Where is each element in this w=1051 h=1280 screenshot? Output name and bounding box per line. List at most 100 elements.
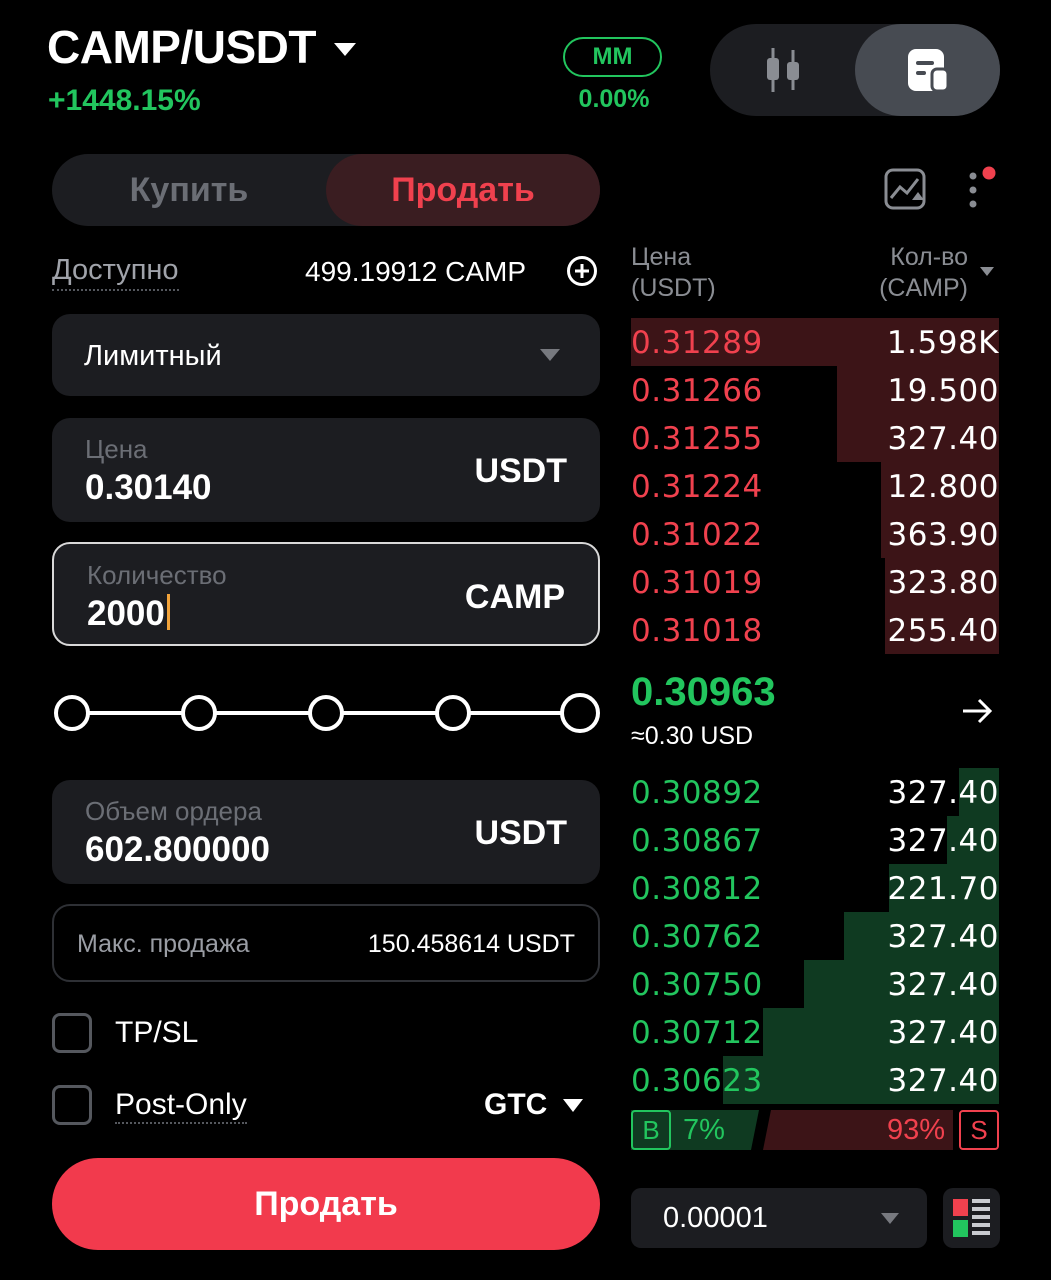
chevron-down-icon [881,1213,899,1224]
qty-header-unit: (CAMP) [879,274,968,302]
orderbook-layout-button[interactable] [943,1188,1000,1248]
ask-price: 0.31289 [631,325,763,361]
tpsl-label[interactable]: TP/SL [115,1016,198,1050]
text-cursor [166,594,170,630]
layout-icon [953,1199,990,1237]
ask-price: 0.31019 [631,565,763,601]
tab-buy[interactable]: Купить [52,154,326,226]
ask-row[interactable]: 0.31255 327.40 [631,414,999,462]
price-header-label: Цена [631,243,692,271]
chevron-down-icon [563,1098,584,1112]
last-price: 0.30963 [631,670,776,714]
more-icon[interactable] [962,164,998,214]
ask-row[interactable]: 0.31289 1.598K [631,318,999,366]
bid-qty: 327.40 [887,775,999,811]
ask-row[interactable]: 0.31018 255.40 [631,606,999,654]
slider-step-100[interactable] [560,693,600,733]
tab-sell[interactable]: Продать [326,154,600,226]
tpsl-checkbox[interactable] [52,1013,92,1053]
bid-qty: 327.40 [887,1015,999,1051]
bid-row[interactable]: 0.30762 327.40 [631,912,999,960]
ask-row[interactable]: 0.31019 323.80 [631,558,999,606]
qty-column-header[interactable]: Кол-во (CAMP) [874,242,968,304]
post-only-label[interactable]: Post-Only [115,1088,247,1124]
bid-row[interactable]: 0.30712 327.40 [631,1008,999,1056]
bid-row[interactable]: 0.30867 327.40 [631,816,999,864]
ask-qty: 363.90 [887,517,999,553]
bid-row[interactable]: 0.30812 221.70 [631,864,999,912]
ask-row[interactable]: 0.31266 19.500 [631,366,999,414]
price-value: 0.30140 [85,468,212,507]
view-toggle[interactable] [710,24,1000,116]
post-only-checkbox[interactable] [52,1085,92,1125]
pair-name: CAMP/USDT [47,21,316,73]
chevron-down-icon [333,42,356,56]
pair-selector[interactable]: CAMP/USDT [47,20,356,74]
bid-price: 0.30623 [631,1063,763,1099]
bid-row[interactable]: 0.30892 327.40 [631,768,999,816]
time-in-force-value: GTC [484,1088,548,1121]
sell-badge: S [959,1110,999,1150]
tick-size-value: 0.00001 [663,1202,768,1234]
max-sell-label: Макс. продажа [77,930,250,958]
ask-price: 0.31266 [631,373,763,409]
chart-view-button[interactable] [710,24,855,116]
available-value: 499.19912 CAMP [305,256,527,287]
ask-qty: 19.500 [887,373,999,409]
arrow-right-icon[interactable] [960,694,994,728]
ask-qty: 1.598K [886,325,999,361]
max-sell-info: Макс. продажа 150.458614 USDT [52,904,600,982]
slider-step-75[interactable] [435,695,471,731]
slider-step-25[interactable] [181,695,217,731]
chevron-down-icon[interactable] [980,267,994,276]
bid-qty: 327.40 [887,1063,999,1099]
last-price-usd: ≈0.30 USD [631,722,754,750]
amount-slider[interactable] [52,688,600,738]
chevron-down-icon [540,349,560,361]
slider-step-0[interactable] [54,695,90,731]
price-column-header: Цена (USDT) [631,242,716,304]
ask-row[interactable]: 0.31022 363.90 [631,510,999,558]
bid-row[interactable]: 0.30623 327.40 [631,1056,999,1104]
buy-percent: 7% [683,1114,725,1146]
ask-qty: 323.80 [887,565,999,601]
bid-qty: 221.70 [887,871,999,907]
order-volume-input[interactable]: Объем ордера 602.800000 USDT [52,780,600,884]
quantity-unit: CAMP [464,578,565,616]
price-label: Цена [85,434,148,464]
orderbook-view-button[interactable] [855,24,1000,116]
ask-qty: 255.40 [887,613,999,649]
slider-step-50[interactable] [308,695,344,731]
mm-badge[interactable]: MM [563,37,662,77]
order-type-select[interactable]: Лимитный [52,314,600,396]
quantity-input[interactable]: Количество 2000 CAMP [52,542,600,646]
buy-badge: B [631,1110,671,1150]
ask-price: 0.31018 [631,613,763,649]
quantity-value-wrap: 2000 [87,594,170,634]
chart-icon[interactable] [884,168,930,212]
ask-row[interactable]: 0.31224 12.800 [631,462,999,510]
available-label[interactable]: Доступно [52,254,179,291]
bid-qty: 327.40 [887,919,999,955]
buy-sell-ratio: B 7% 93% S [631,1110,999,1152]
order-type-value: Лимитный [84,340,222,372]
bid-row[interactable]: 0.30750 327.40 [631,960,999,1008]
price-change: +1448.15% [48,84,201,117]
plus-circle-icon[interactable] [566,255,598,287]
max-sell-value: 150.458614 USDT [367,930,575,958]
bid-price: 0.30712 [631,1015,763,1051]
candlestick-icon [766,48,799,92]
order-volume-value: 602.800000 [85,830,270,869]
order-volume-unit: USDT [474,814,567,852]
price-input[interactable]: Цена 0.30140 USDT [52,418,600,522]
ask-price: 0.31022 [631,517,763,553]
bid-price: 0.30867 [631,823,763,859]
orderbook-view-icon [907,49,949,93]
sell-button[interactable]: Продать [52,1158,600,1250]
ask-qty: 327.40 [887,421,999,457]
time-in-force-select[interactable]: GTC [484,1088,584,1122]
sell-percent: 93% [886,1114,945,1146]
tick-size-select[interactable]: 0.00001 [631,1188,927,1248]
bid-price: 0.30892 [631,775,763,811]
price-header-unit: (USDT) [631,274,716,302]
